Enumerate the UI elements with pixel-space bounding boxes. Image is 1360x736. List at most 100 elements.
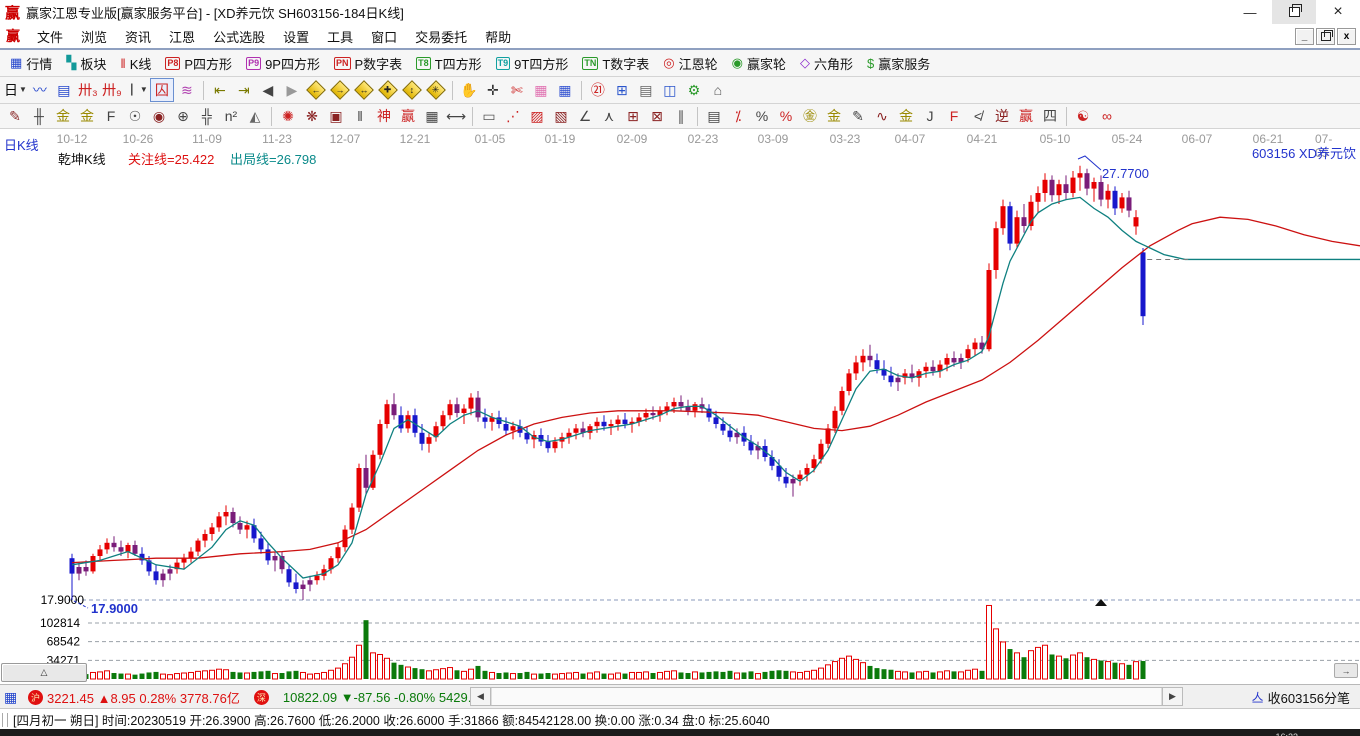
quotes-button[interactable]: ▦ 行情 — [3, 52, 59, 75]
nine-t-square-button[interactable]: T9 9T四方形 — [489, 52, 576, 75]
t-square-button[interactable]: T8 T四方形 — [409, 52, 488, 75]
ying-angle-tool[interactable]: 赢 — [1015, 105, 1037, 127]
kline-button[interactable]: ‖ K线 — [113, 52, 158, 75]
sectors-button[interactable]: ▚ 板块 — [59, 52, 113, 75]
pen-coin-tool[interactable]: ✎ — [847, 105, 869, 127]
chart-horizontal-scrollbar[interactable]: ◀ ▶ — [470, 687, 1183, 706]
save-button[interactable]: ◫ — [659, 79, 681, 101]
service-pc-button[interactable]: ⚙ — [683, 79, 705, 101]
dense-grid-tool[interactable]: ▦ — [421, 105, 443, 127]
winner-wheel-button[interactable]: ◉ 赢家轮 — [725, 52, 793, 75]
menu-资讯[interactable]: 资讯 — [116, 25, 160, 48]
wave-tool[interactable]: ∿ — [871, 105, 893, 127]
kline-chart-area[interactable]: 102814 68542 34271 17.9000 27.7700 17.9000 10… — [0, 129, 1360, 684]
menu-文件[interactable]: 文件 — [28, 25, 72, 48]
ying-tool[interactable]: 赢 — [397, 105, 419, 127]
levels-tool[interactable]: ▤ — [703, 105, 725, 127]
mdi-restore-button[interactable] — [1316, 27, 1335, 45]
zigzag-tool[interactable]: ⋏ — [598, 105, 620, 127]
menu-浏览[interactable]: 浏览 — [72, 25, 116, 48]
tick-data-link[interactable]: 亼 收603156分笔 — [1252, 688, 1350, 707]
double-grid-tool[interactable]: ╬ — [196, 105, 218, 127]
grow-x-button[interactable]: → — [329, 79, 351, 101]
next-page-button[interactable]: ▶ — [281, 79, 303, 101]
t-table-button[interactable]: TN T数字表 — [575, 52, 656, 75]
hatch-1-tool[interactable]: ▨ — [526, 105, 548, 127]
mdi-minimize-button[interactable]: _ — [1295, 27, 1314, 45]
pan-hand-tool[interactable]: ✋ — [458, 79, 480, 101]
p-square-button[interactable]: P8 P四方形 — [158, 52, 239, 75]
menu-江恩[interactable]: 江恩 — [160, 25, 204, 48]
circle-cross-tool[interactable]: ⊕ — [172, 105, 194, 127]
scroll-left-button[interactable]: ◀ — [471, 688, 491, 705]
prev-page-button[interactable]: ◀ — [257, 79, 279, 101]
scroll-right-button[interactable]: ▶ — [1162, 688, 1182, 705]
kline-9-bars[interactable]: 卅₉ — [101, 79, 123, 101]
gann-wheel-button[interactable]: ◎ 江恩轮 — [656, 52, 724, 75]
percent-tool[interactable]: % — [751, 105, 773, 127]
remote-pc-button[interactable]: ⌂ — [707, 79, 729, 101]
period-selector[interactable]: 日 ▼ — [4, 79, 27, 101]
hatch-2-tool[interactable]: ▧ — [550, 105, 572, 127]
shrink-x-button[interactable]: ← — [305, 79, 327, 101]
red-grid-x-tool[interactable]: ⊠ — [646, 105, 668, 127]
menu-交易委托[interactable]: 交易委托 — [406, 25, 476, 48]
gann-fan-tool[interactable]: ✺ — [277, 105, 299, 127]
starburst-tool[interactable]: ❋ — [301, 105, 323, 127]
volume-scroll-button[interactable]: → — [1334, 663, 1358, 678]
p-table-button[interactable]: PN P数字表 — [327, 52, 409, 75]
restore-button[interactable] — [1272, 0, 1316, 24]
kline-3-bars[interactable]: 卅₃ — [77, 79, 99, 101]
kline-chart-svg[interactable]: 102814685423427117.900027.770017.9000 — [0, 129, 1360, 684]
angle-wedge-tool[interactable]: ◭ — [244, 105, 266, 127]
parallel-tool[interactable]: ∥ — [670, 105, 692, 127]
winner-service-button[interactable]: $ 赢家服务 — [860, 52, 937, 75]
add-bars-button[interactable]: ✚ — [377, 79, 399, 101]
nine-p-square-button[interactable]: P9 9P四方形 — [239, 52, 327, 75]
mdi-close-button[interactable]: x — [1337, 27, 1356, 45]
first-page-button[interactable]: ⇤ — [209, 79, 231, 101]
fib-grid-tool[interactable]: F — [100, 105, 122, 127]
grid-blue-tool[interactable]: ▦ — [554, 79, 576, 101]
pattern-select[interactable]: 囚 — [149, 78, 174, 102]
close-button[interactable]: × — [1316, 0, 1360, 24]
shanghai-index-quote[interactable]: 3221.45 ▲8.95 0.28% 3778.76亿 — [47, 688, 240, 707]
n-square-tool[interactable]: n² — [220, 105, 242, 127]
measure-tool[interactable]: ✄ — [506, 79, 528, 101]
f-angle-tool[interactable]: F — [943, 105, 965, 127]
gann-gold-2-tool[interactable]: 金 — [76, 105, 98, 127]
menu-帮助[interactable]: 帮助 — [476, 25, 520, 48]
j-angle-tool[interactable]: J — [919, 105, 941, 127]
minimize-button[interactable]: — — [1228, 0, 1272, 24]
circled-gold-tool[interactable]: ㊎ — [799, 105, 821, 127]
grid-pink-tool[interactable]: ▦ — [530, 79, 552, 101]
grid-tool[interactable]: ╫ — [28, 105, 50, 127]
target-tool[interactable]: ◉ — [148, 105, 170, 127]
width-measure-tool[interactable]: ⟷ — [445, 105, 467, 127]
chart-style[interactable]: 〰 — [29, 79, 51, 101]
spiral-tool[interactable]: ☉ — [124, 105, 146, 127]
rays-tool[interactable]: ⋰ — [502, 105, 524, 127]
rect-tool[interactable]: ▭ — [478, 105, 500, 127]
calendar-button[interactable]: ㉑ — [587, 79, 609, 101]
boxed-square-tool[interactable]: ▣ — [325, 105, 347, 127]
expand-panel-button[interactable]: △ — [1, 663, 87, 682]
candle-width[interactable]: 〡 ▼ — [125, 79, 148, 101]
menu-公式选股[interactable]: 公式选股 — [204, 25, 274, 48]
menu-设置[interactable]: 设置 — [274, 25, 318, 48]
gann-gold-1-tool[interactable]: 金 — [52, 105, 74, 127]
pen-tool[interactable]: ✎ — [4, 105, 26, 127]
not-angle-tool[interactable]: ≮ — [967, 105, 989, 127]
fit-x-button[interactable]: ↔ — [353, 79, 375, 101]
fit-y-button[interactable]: ↕ — [401, 79, 423, 101]
reset-zoom-button[interactable]: ✳ — [425, 79, 447, 101]
infinity-button[interactable]: ∞ — [1096, 105, 1118, 127]
yinyang-button[interactable]: ☯ — [1072, 105, 1094, 127]
gold-under-tool[interactable]: 金 — [895, 105, 917, 127]
ni-angle-tool[interactable]: 逆 — [991, 105, 1013, 127]
hexagon-button[interactable]: ◇ 六角形 — [793, 52, 860, 75]
tick-pair-tool[interactable]: ‖ — [349, 105, 371, 127]
crosshair-tool[interactable]: ✛ — [482, 79, 504, 101]
gold-lines-tool[interactable]: 金 — [823, 105, 845, 127]
shen-tool[interactable]: 神 — [373, 105, 395, 127]
